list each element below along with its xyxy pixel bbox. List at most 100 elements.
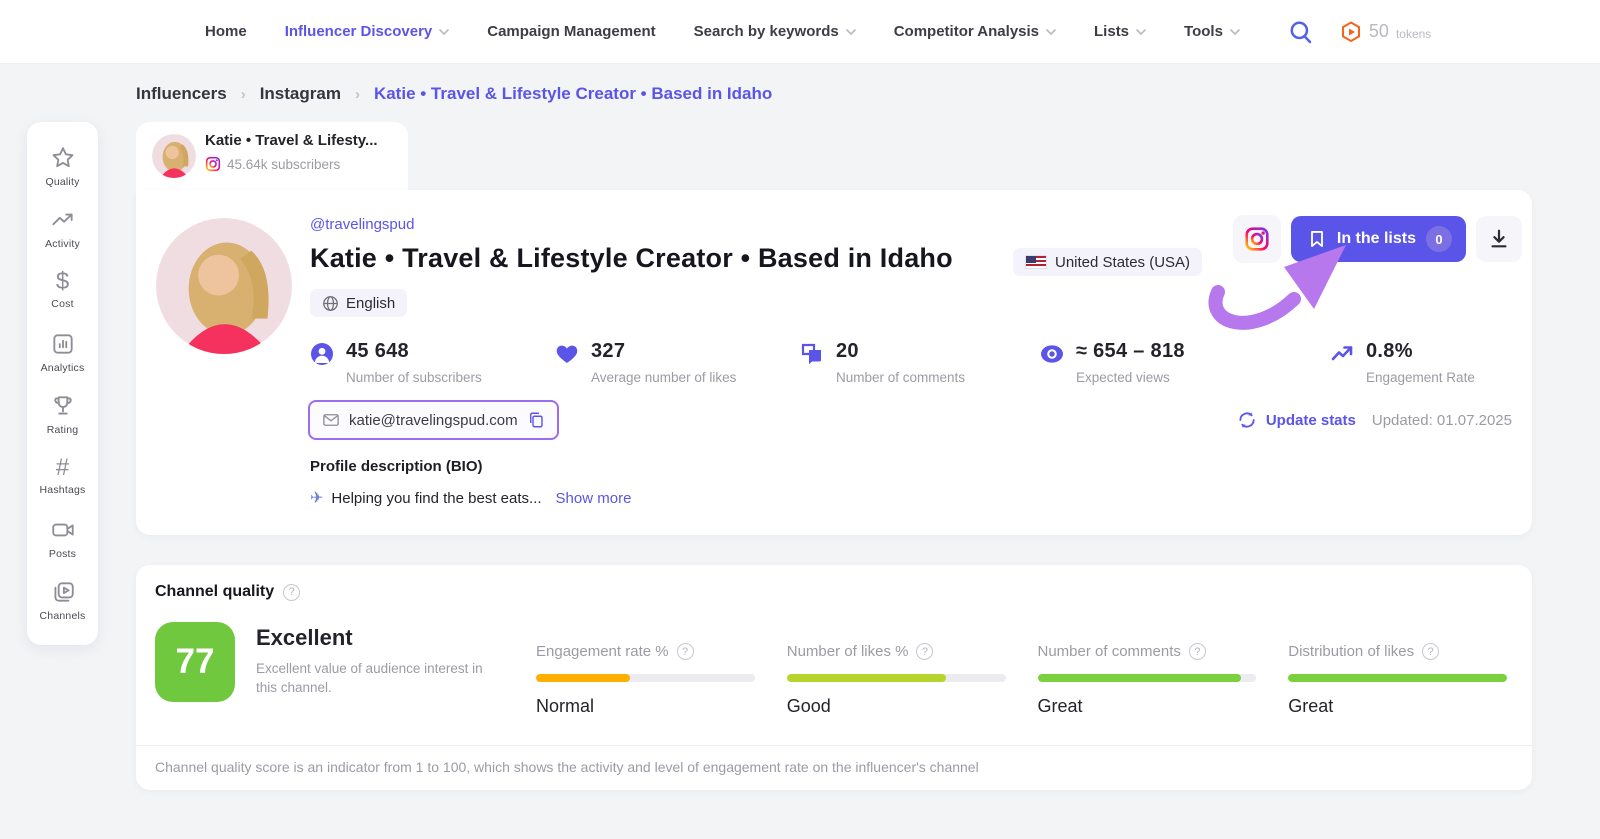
- video-camera-icon: [50, 517, 76, 543]
- language-label: English: [346, 295, 395, 312]
- chevron-down-icon: [1136, 29, 1146, 35]
- top-navigation: Home Influencer Discovery Campaign Manag…: [0, 0, 1600, 64]
- token-count: 50: [1369, 21, 1389, 42]
- profile-tab[interactable]: Katie • Travel & Lifesty... 45.64k subsc…: [136, 122, 408, 190]
- nav-influencer-discovery[interactable]: Influencer Discovery: [285, 23, 450, 40]
- breadcrumb: Influencers › Instagram › Katie • Travel…: [136, 84, 772, 104]
- metric-status: Great: [1288, 696, 1507, 717]
- metric-bar-fill: [787, 674, 947, 682]
- nav-lists[interactable]: Lists: [1094, 23, 1146, 40]
- channels-icon: [50, 579, 76, 605]
- quality-metrics: Engagement rate %? Normal Number of like…: [536, 643, 1507, 717]
- channel-quality-title: Channel quality: [155, 583, 274, 601]
- rail-item-rating[interactable]: Rating: [27, 384, 98, 446]
- mail-icon: [322, 411, 340, 429]
- help-icon[interactable]: ?: [1189, 643, 1206, 660]
- airplane-emoji: ✈: [310, 488, 323, 508]
- bio-text: Helping you find the best eats...: [331, 490, 541, 507]
- stat-comments: 20 Number of comments: [800, 340, 1040, 385]
- metric-bar: [1288, 674, 1507, 682]
- chevron-down-icon: [439, 29, 449, 35]
- nav-right-area: 50 tokens: [1288, 19, 1431, 45]
- avatar: [152, 134, 196, 178]
- rail-item-quality[interactable]: Quality: [27, 136, 98, 198]
- metric-status: Good: [787, 696, 1006, 717]
- rail-item-activity[interactable]: Activity: [27, 198, 98, 260]
- breadcrumb-instagram[interactable]: Instagram: [260, 84, 341, 104]
- open-instagram-button[interactable]: [1233, 215, 1281, 263]
- help-icon[interactable]: ?: [1422, 643, 1439, 660]
- trophy-icon: [50, 393, 76, 419]
- tokens-balance[interactable]: 50 tokens: [1340, 21, 1431, 43]
- stats-row: 45 648 Number of subscribers 327 Average…: [310, 340, 1512, 385]
- lists-count-badge: 0: [1426, 226, 1452, 252]
- trend-up-icon: [1330, 342, 1354, 366]
- search-icon[interactable]: [1288, 19, 1314, 45]
- nav-label: Influencer Discovery: [285, 23, 433, 40]
- metric-distribution-of-likes: Distribution of likes? Great: [1288, 643, 1507, 717]
- metric-bar: [1038, 674, 1257, 682]
- star-icon: [50, 145, 76, 171]
- quality-rating: Excellent: [256, 625, 353, 651]
- globe-icon: [322, 295, 339, 312]
- email-address: katie@travelingspud.com: [349, 412, 518, 429]
- show-more-link[interactable]: Show more: [556, 490, 632, 507]
- updated-date: Updated: 01.07.2025: [1372, 412, 1512, 429]
- in-the-lists-label: In the lists: [1337, 230, 1416, 248]
- main-menu: Home Influencer Discovery Campaign Manag…: [205, 23, 1240, 40]
- subscribers-icon: [310, 342, 334, 366]
- profile-card: @travelingspud Katie • Travel & Lifestyl…: [136, 190, 1532, 535]
- metric-bar-fill: [1288, 674, 1507, 682]
- profile-tab-subscribers: 45.64k subscribers: [205, 156, 340, 172]
- stat-engagement-rate: 0.8% Engagement Rate: [1330, 340, 1475, 385]
- nav-campaign-management[interactable]: Campaign Management: [487, 23, 655, 40]
- rail-item-hashtags[interactable]: # Hashtags: [27, 445, 98, 507]
- rail-item-posts[interactable]: Posts: [27, 507, 98, 569]
- avatar-illustration: [152, 134, 196, 178]
- eye-icon: [1040, 342, 1064, 366]
- page: Home Influencer Discovery Campaign Manag…: [0, 0, 1600, 839]
- instagram-icon: [205, 156, 221, 172]
- email-box[interactable]: katie@travelingspud.com: [308, 400, 559, 440]
- breadcrumb-current-page: Katie • Travel & Lifestyle Creator • Bas…: [374, 84, 772, 104]
- update-group: Update stats Updated: 01.07.2025: [1237, 410, 1512, 430]
- profile-tab-title: Katie • Travel & Lifesty...: [205, 132, 395, 149]
- refresh-icon: [1237, 410, 1257, 430]
- token-unit: tokens: [1396, 23, 1431, 41]
- profile-actions: In the lists 0: [1233, 215, 1522, 263]
- country-label: United States (USA): [1055, 254, 1190, 271]
- stat-expected-views: ≈ 654 – 818 Expected views: [1040, 340, 1330, 385]
- download-report-button[interactable]: [1476, 216, 1522, 262]
- breadcrumb-separator-icon: ›: [355, 86, 360, 103]
- bio-line: ✈ Helping you find the best eats... Show…: [310, 488, 631, 508]
- token-icon: [1340, 21, 1362, 43]
- avatar-illustration: [156, 218, 292, 354]
- rail-item-channels[interactable]: Channels: [27, 569, 98, 631]
- nav-label: Competitor Analysis: [894, 23, 1039, 40]
- update-stats-button[interactable]: Update stats: [1237, 410, 1356, 430]
- instagram-handle-link[interactable]: @travelingspud: [310, 216, 414, 233]
- metric-bar-fill: [1038, 674, 1241, 682]
- help-icon[interactable]: ?: [283, 584, 300, 601]
- help-icon[interactable]: ?: [916, 643, 933, 660]
- bar-chart-icon: [50, 331, 76, 357]
- help-icon[interactable]: ?: [677, 643, 694, 660]
- metric-bar: [787, 674, 1006, 682]
- nav-home[interactable]: Home: [205, 23, 247, 40]
- stat-subscribers: 45 648 Number of subscribers: [310, 340, 555, 385]
- breadcrumb-influencers[interactable]: Influencers: [136, 84, 227, 104]
- nav-label: Search by keywords: [694, 23, 839, 40]
- bio-title: Profile description (BIO): [310, 458, 483, 475]
- copy-icon[interactable]: [527, 411, 545, 429]
- nav-competitor-analysis[interactable]: Competitor Analysis: [894, 23, 1056, 40]
- nav-tools[interactable]: Tools: [1184, 23, 1240, 40]
- channel-quality-header: Channel quality ?: [155, 583, 300, 601]
- rail-item-analytics[interactable]: Analytics: [27, 322, 98, 384]
- hash-icon: #: [56, 457, 69, 479]
- instagram-icon: [1244, 226, 1270, 252]
- in-the-lists-button[interactable]: In the lists 0: [1291, 216, 1466, 262]
- nav-search-by-keywords[interactable]: Search by keywords: [694, 23, 856, 40]
- trend-up-icon: [50, 207, 76, 233]
- nav-label: Tools: [1184, 23, 1223, 40]
- rail-item-cost[interactable]: $ Cost: [27, 260, 98, 322]
